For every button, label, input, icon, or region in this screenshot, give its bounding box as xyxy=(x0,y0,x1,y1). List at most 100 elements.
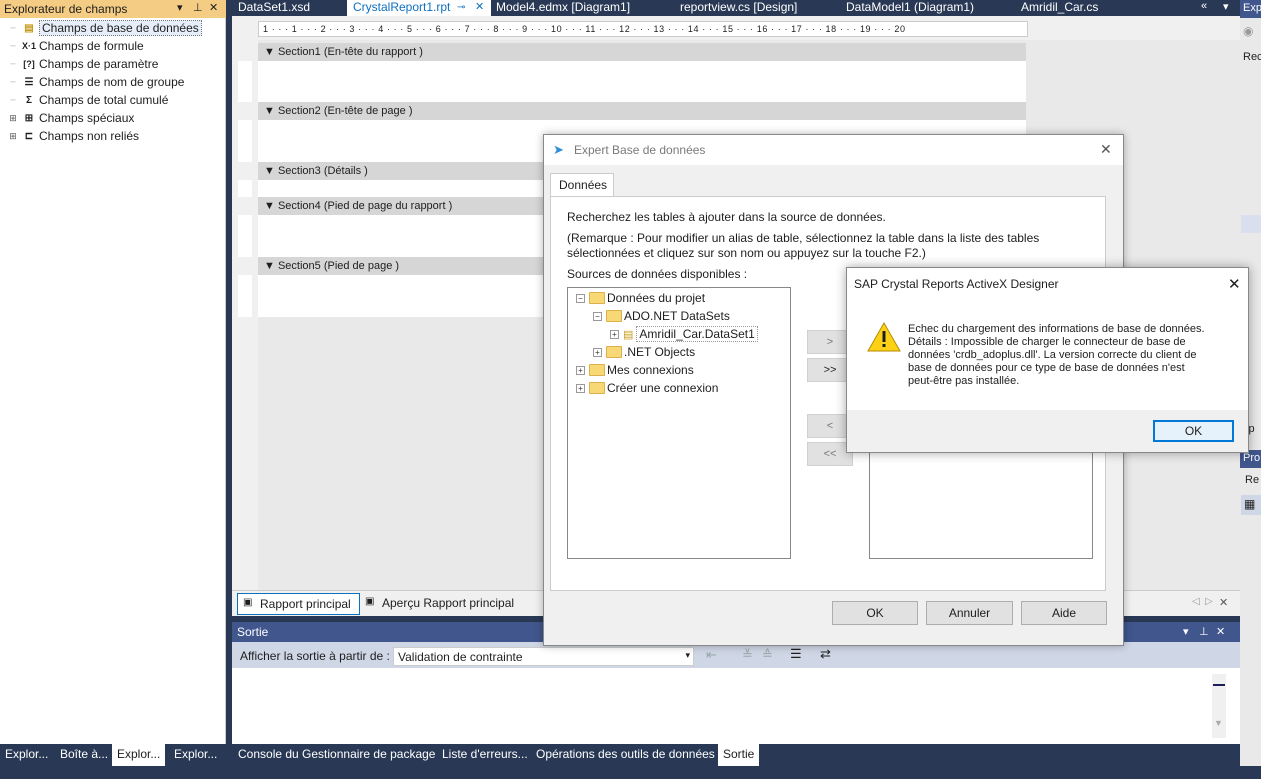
tab-crystalreport1-rpt[interactable]: CrystalReport1.rpt ⊸ ✕ xyxy=(347,0,491,16)
help-button[interactable]: Aide xyxy=(1021,601,1107,625)
tree-item-database-fields[interactable]: ┈ ▤ Champs de base de données xyxy=(8,19,202,37)
tree-node-project-data[interactable]: − Données du projet xyxy=(576,289,705,307)
folder-icon xyxy=(606,310,622,322)
tree-node-my-connections[interactable]: + Mes connexions xyxy=(576,361,694,379)
search-field[interactable]: Rec xyxy=(1243,51,1261,63)
field-explorer-title: Explorateur de champs xyxy=(4,2,128,16)
tree-node-amridil-dataset[interactable]: + ▤ Amridil_Car.DataSet1 xyxy=(610,325,758,343)
next-message-icon[interactable]: ≙ xyxy=(762,647,773,663)
close-icon[interactable]: ✕ xyxy=(209,1,218,14)
tree-node-net-objects[interactable]: + .NET Objects xyxy=(593,343,695,361)
tab-dataset1-xsd[interactable]: DataSet1.xsd xyxy=(232,0,316,16)
ok-button[interactable]: OK xyxy=(832,601,918,625)
collapse-icon[interactable]: − xyxy=(576,293,585,303)
note-text-2: sélectionnées et cliquez sur son nom ou … xyxy=(567,246,926,260)
tab-main-report[interactable]: ▣ Rapport principal xyxy=(237,593,360,615)
back-icon[interactable]: ◉ xyxy=(1243,24,1253,38)
tree-item-running-total-fields[interactable]: ┈ Σ Champs de total cumulé xyxy=(8,91,168,109)
parameter-icon: [?] xyxy=(23,59,35,69)
folder-icon xyxy=(606,346,622,358)
bottom-tab-explorer-3[interactable]: Explor... xyxy=(169,744,222,766)
section1-header[interactable]: ▼ Section1 (En-tête du rapport ) xyxy=(258,43,1026,61)
pin-icon[interactable]: ⊥ xyxy=(193,1,203,14)
report-icon: ▣ xyxy=(243,597,253,608)
bottom-tab-explorer-2[interactable]: Explor... xyxy=(112,744,166,766)
database-field-icon: ▤ xyxy=(24,22,34,34)
tab-amridil-car-cs[interactable]: Amridil_Car.cs xyxy=(1015,0,1104,16)
output-source-select[interactable]: Validation de contrainte ▾ xyxy=(393,647,694,666)
scroll-left-icon[interactable]: ◁ xyxy=(1192,596,1200,607)
expand-icon[interactable]: ⊞ xyxy=(8,113,18,124)
folder-icon xyxy=(589,382,605,394)
tab-reportview-design[interactable]: reportview.cs [Design] xyxy=(674,0,803,16)
scroll-tabs-left-icon[interactable]: « xyxy=(1201,0,1207,12)
field-explorer-panel: Explorateur de champs ▾ ⊥ ✕ ┈ ▤ Champs de … xyxy=(0,0,226,744)
bottom-tab-data-tools[interactable]: Opérations des outils de données xyxy=(531,744,720,766)
vertical-ruler xyxy=(238,180,252,197)
tab-model4-edmx[interactable]: Model4.edmx [Diagram1] xyxy=(490,0,636,16)
dialog-titlebar: ➤ Expert Base de données ✕ xyxy=(544,135,1123,165)
expand-icon[interactable]: + xyxy=(576,383,585,393)
vertical-ruler xyxy=(238,215,252,257)
close-tab-icon[interactable]: ✕ xyxy=(475,0,484,15)
expand-icon[interactable]: + xyxy=(593,347,602,357)
scrollbar-thumb[interactable] xyxy=(1213,684,1225,686)
tab-data[interactable]: Données xyxy=(550,173,614,197)
status-bar xyxy=(0,766,1261,779)
warning-icon xyxy=(867,321,901,352)
special-field-icon: ⊞ xyxy=(24,112,34,124)
vertical-ruler xyxy=(238,120,252,162)
close-icon[interactable]: ✕ xyxy=(1100,141,1112,158)
tab-datamodel1[interactable]: DataModel1 (Diagram1) xyxy=(840,0,980,16)
vertical-scrollbar[interactable]: ▼ xyxy=(1212,674,1226,738)
scroll-down-icon[interactable]: ▼ xyxy=(1214,718,1223,728)
error-ok-button[interactable]: OK xyxy=(1153,420,1234,442)
output-text-area[interactable]: ▼ xyxy=(232,668,1240,744)
dialog-title: SAP Crystal Reports ActiveX Designer xyxy=(854,277,1059,291)
tree-item-formula-fields[interactable]: ┈ X·1 Champs de formule xyxy=(8,37,143,55)
tab-list-dropdown-icon[interactable]: ▾ xyxy=(1223,0,1229,13)
collapse-icon[interactable]: − xyxy=(593,311,602,321)
expand-icon[interactable]: + xyxy=(610,329,619,339)
bottom-tab-error-list[interactable]: Liste d'erreurs... xyxy=(437,744,533,766)
solution-explorer-header[interactable]: Explor xyxy=(1240,0,1261,18)
tree-item-group-name-fields[interactable]: ┈ ☰ Champs de nom de groupe xyxy=(8,73,184,91)
scroll-right-icon[interactable]: ▷ xyxy=(1205,596,1213,607)
properties-label: Re xyxy=(1245,474,1260,486)
dropdown-icon[interactable]: ▾ xyxy=(177,1,183,14)
tab-main-report-preview[interactable]: ▣ Aperçu Rapport principal xyxy=(360,593,522,615)
group-name-icon: ☰ xyxy=(24,76,34,88)
tree-item-special-fields[interactable]: ⊞ ⊞ Champs spéciaux xyxy=(8,109,134,127)
tree-item-parameter-fields[interactable]: ┈ [?] Champs de paramètre xyxy=(8,55,158,73)
goto-previous-icon[interactable]: ⇤ xyxy=(706,647,717,663)
chevron-down-icon: ▾ xyxy=(685,650,690,660)
crystal-reports-icon: ➤ xyxy=(553,142,564,157)
available-sources-tree[interactable]: − Données du projet − ADO.NET DataSets + ▤ A… xyxy=(567,287,791,559)
expand-icon[interactable]: + xyxy=(576,365,585,375)
section2-header[interactable]: ▼ Section2 (En-tête de page ) xyxy=(258,102,1026,120)
close-icon[interactable]: ✕ xyxy=(1219,596,1228,609)
pin-icon[interactable]: ⊸ xyxy=(457,0,465,15)
expand-icon[interactable]: ⊞ xyxy=(8,131,18,142)
previous-message-icon[interactable]: ≚ xyxy=(742,647,753,663)
close-icon[interactable]: ✕ xyxy=(1216,625,1225,638)
dataset-icon: ▤ xyxy=(623,328,634,341)
bottom-tab-output[interactable]: Sortie xyxy=(718,744,760,766)
note-text-1: (Remarque : Pour modifier un alias de ta… xyxy=(567,231,1040,245)
error-message: Echec du chargement des informations de … xyxy=(908,323,1205,387)
dropdown-icon[interactable]: ▾ xyxy=(1183,625,1189,638)
cancel-button[interactable]: Annuler xyxy=(926,601,1013,625)
bottom-tab-toolbox[interactable]: Boîte à... xyxy=(55,744,113,766)
pin-icon[interactable]: ⊥ xyxy=(1199,625,1209,638)
bottom-tab-package-console[interactable]: Console du Gestionnaire de package xyxy=(233,744,440,766)
bottom-tab-explorer-1[interactable]: Explor... xyxy=(0,744,53,766)
tree-node-create-connection[interactable]: + Créer une connexion xyxy=(576,379,718,397)
section1-body[interactable] xyxy=(258,61,1026,102)
available-sources-label: Sources de données disponibles : xyxy=(567,267,748,281)
tree-item-unbound-fields[interactable]: ⊞ ⊏ Champs non reliés xyxy=(8,127,139,145)
tree-node-ado-datasets[interactable]: − ADO.NET DataSets xyxy=(593,307,730,325)
clear-all-icon[interactable]: ☰ xyxy=(790,646,802,662)
word-wrap-icon[interactable]: ⇄ xyxy=(820,646,831,662)
close-icon[interactable]: ✕ xyxy=(1228,275,1241,293)
categorized-icon[interactable]: ▦ xyxy=(1241,495,1261,515)
